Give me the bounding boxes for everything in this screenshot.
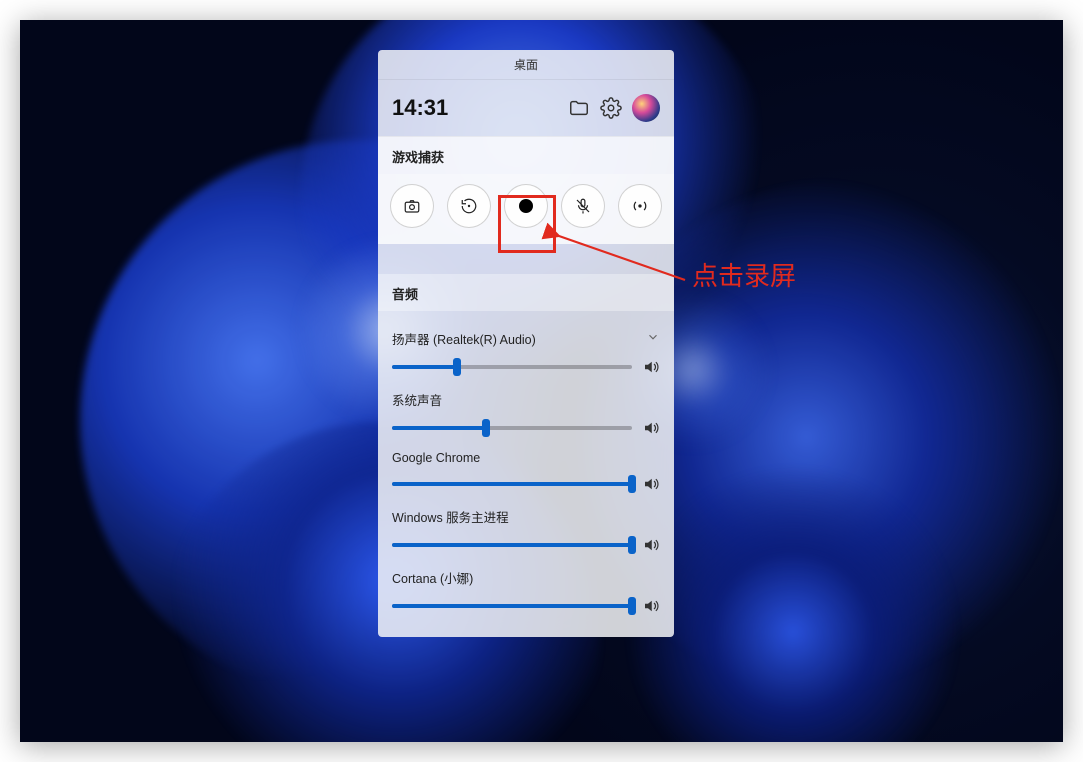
speaker-icon[interactable]: [642, 536, 660, 554]
speaker-icon[interactable]: [642, 475, 660, 493]
capture-row: [378, 174, 674, 244]
user-avatar[interactable]: [632, 94, 660, 122]
audio-item: Cortana (小娜): [392, 554, 660, 615]
volume-slider[interactable]: [392, 420, 632, 436]
audio-item: Google Chrome: [392, 437, 660, 493]
panel-title: 桌面: [514, 56, 538, 73]
panel-titlebar[interactable]: 桌面: [378, 50, 674, 80]
rewind-icon: [460, 197, 478, 215]
capture-section: 游戏捕获: [378, 136, 674, 244]
volume-slider[interactable]: [392, 537, 632, 553]
audio-item: Windows 服务主进程: [392, 493, 660, 554]
volume-slider[interactable]: [392, 598, 632, 614]
folder-icon: [568, 97, 590, 119]
speaker-icon[interactable]: [642, 358, 660, 376]
audio-label: 扬声器 (Realtek(R) Audio): [392, 329, 536, 348]
gamebar-panel: 桌面 14:31 游戏捕获: [378, 50, 674, 637]
audio-label: Google Chrome: [392, 451, 480, 465]
record-last-button[interactable]: [447, 184, 491, 228]
chevron-down-icon[interactable]: [646, 330, 660, 347]
audio-title: 音频: [378, 274, 674, 311]
gear-icon: [600, 97, 622, 119]
screenshot-frame: 桌面 14:31 游戏捕获: [0, 0, 1083, 762]
record-button[interactable]: [504, 184, 548, 228]
annotation-text: 点击录屏: [692, 256, 796, 293]
mic-toggle-button[interactable]: [561, 184, 605, 228]
speaker-icon[interactable]: [642, 597, 660, 615]
audio-label: Cortana (小娜): [392, 568, 473, 587]
audio-list: 扬声器 (Realtek(R) Audio) 系统声音 Google Chrome W…: [378, 311, 674, 637]
mic-off-icon: [574, 197, 592, 215]
settings-button[interactable]: [600, 97, 622, 119]
audio-label: 系统声音: [392, 390, 442, 409]
audio-item: 系统声音: [392, 376, 660, 437]
volume-slider[interactable]: [392, 359, 632, 375]
speaker-icon[interactable]: [642, 419, 660, 437]
screenshot-button[interactable]: [390, 184, 434, 228]
open-folder-button[interactable]: [568, 97, 590, 119]
audio-label: Windows 服务主进程: [392, 507, 509, 526]
record-icon: [519, 199, 533, 213]
panel-header: 14:31: [378, 80, 674, 136]
capture-title: 游戏捕获: [378, 136, 674, 174]
broadcast-button[interactable]: [618, 184, 662, 228]
audio-item: 扬声器 (Realtek(R) Audio): [392, 315, 660, 376]
clock-time: 14:31: [392, 95, 558, 121]
broadcast-icon: [631, 197, 649, 215]
volume-slider[interactable]: [392, 476, 632, 492]
camera-icon: [403, 197, 421, 215]
